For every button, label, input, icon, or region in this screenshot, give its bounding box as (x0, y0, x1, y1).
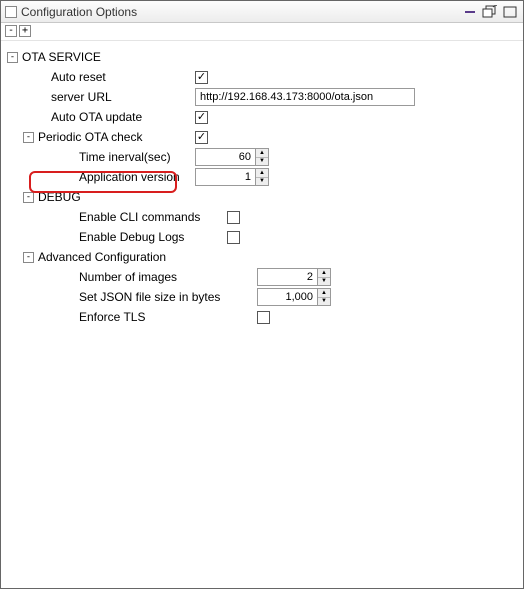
spinner-up-icon[interactable]: ▲ (256, 149, 268, 158)
spinner-down-icon[interactable]: ▼ (318, 278, 330, 286)
spinner-up-icon[interactable]: ▲ (318, 269, 330, 278)
node-label: OTA SERVICE (22, 50, 101, 64)
node-enforce-tls: Enforce TLS (7, 307, 515, 327)
node-periodic-ota-check[interactable]: - Periodic OTA check (7, 127, 515, 147)
node-label: Time inerval(sec) (79, 150, 171, 164)
window-icon (5, 6, 17, 18)
enable-cli-checkbox[interactable] (227, 211, 240, 224)
maximize-button[interactable] (501, 4, 519, 20)
node-label: DEBUG (38, 190, 81, 204)
application-version-spinner[interactable]: ▲ ▼ (255, 168, 269, 186)
spinner-down-icon[interactable]: ▼ (256, 178, 268, 186)
spinner-down-icon[interactable]: ▼ (256, 158, 268, 166)
time-interval-spinner[interactable]: ▲ ▼ (255, 148, 269, 166)
toggle-icon[interactable]: - (23, 252, 34, 263)
node-advanced-config[interactable]: - Advanced Configuration (7, 247, 515, 267)
minimize-button[interactable] (461, 4, 479, 20)
enable-logs-checkbox[interactable] (227, 231, 240, 244)
node-label: Periodic OTA check (38, 130, 142, 144)
node-time-interval: Time inerval(sec) ▲ ▼ (7, 147, 515, 167)
time-interval-input[interactable] (195, 148, 255, 166)
periodic-ota-check-checkbox[interactable] (195, 131, 208, 144)
server-url-input[interactable] (195, 88, 415, 106)
node-json-file-size: Set JSON file size in bytes ▲ ▼ (7, 287, 515, 307)
expand-all-button[interactable]: + (19, 25, 31, 37)
collapse-all-button[interactable]: - (5, 25, 17, 37)
node-enable-cli: Enable CLI commands (7, 207, 515, 227)
node-label: Enforce TLS (79, 310, 145, 324)
restore-button[interactable] (481, 4, 499, 20)
application-version-input[interactable] (195, 168, 255, 186)
node-number-of-images: Number of images ▲ ▼ (7, 267, 515, 287)
window-title: Configuration Options (21, 5, 137, 19)
node-server-url: server URL (7, 87, 515, 107)
toggle-icon[interactable]: - (23, 192, 34, 203)
node-application-version: Application version ▲ ▼ (7, 167, 515, 187)
number-of-images-spinner[interactable]: ▲ ▼ (317, 268, 331, 286)
node-auto-ota-update: Auto OTA update (7, 107, 515, 127)
node-label: server URL (51, 90, 112, 104)
node-label: Auto OTA update (51, 110, 142, 124)
config-tree: - OTA SERVICE Auto reset server URL Auto… (1, 41, 523, 335)
node-debug[interactable]: - DEBUG (7, 187, 515, 207)
json-file-size-input[interactable] (257, 288, 317, 306)
auto-reset-checkbox[interactable] (195, 71, 208, 84)
maximize-icon (503, 6, 517, 18)
tree-toolbar: - + (1, 23, 523, 41)
node-label: Enable CLI commands (79, 210, 200, 224)
node-auto-reset: Auto reset (7, 67, 515, 87)
toggle-icon[interactable]: - (7, 52, 18, 63)
number-of-images-input[interactable] (257, 268, 317, 286)
node-label: Application version (79, 170, 180, 184)
restore-icon (482, 5, 498, 19)
node-label: Advanced Configuration (38, 250, 166, 264)
node-enable-logs: Enable Debug Logs (7, 227, 515, 247)
node-ota-service[interactable]: - OTA SERVICE (7, 47, 515, 67)
spinner-up-icon[interactable]: ▲ (256, 169, 268, 178)
titlebar: Configuration Options (1, 1, 523, 23)
node-label: Number of images (79, 270, 177, 284)
json-file-size-spinner[interactable]: ▲ ▼ (317, 288, 331, 306)
enforce-tls-checkbox[interactable] (257, 311, 270, 324)
toggle-icon[interactable]: - (23, 132, 34, 143)
node-label: Enable Debug Logs (79, 230, 184, 244)
auto-ota-update-checkbox[interactable] (195, 111, 208, 124)
node-label: Set JSON file size in bytes (79, 290, 220, 304)
spinner-down-icon[interactable]: ▼ (318, 298, 330, 306)
spinner-up-icon[interactable]: ▲ (318, 289, 330, 298)
node-label: Auto reset (51, 70, 106, 84)
config-options-window: Configuration Options - + (0, 0, 524, 589)
